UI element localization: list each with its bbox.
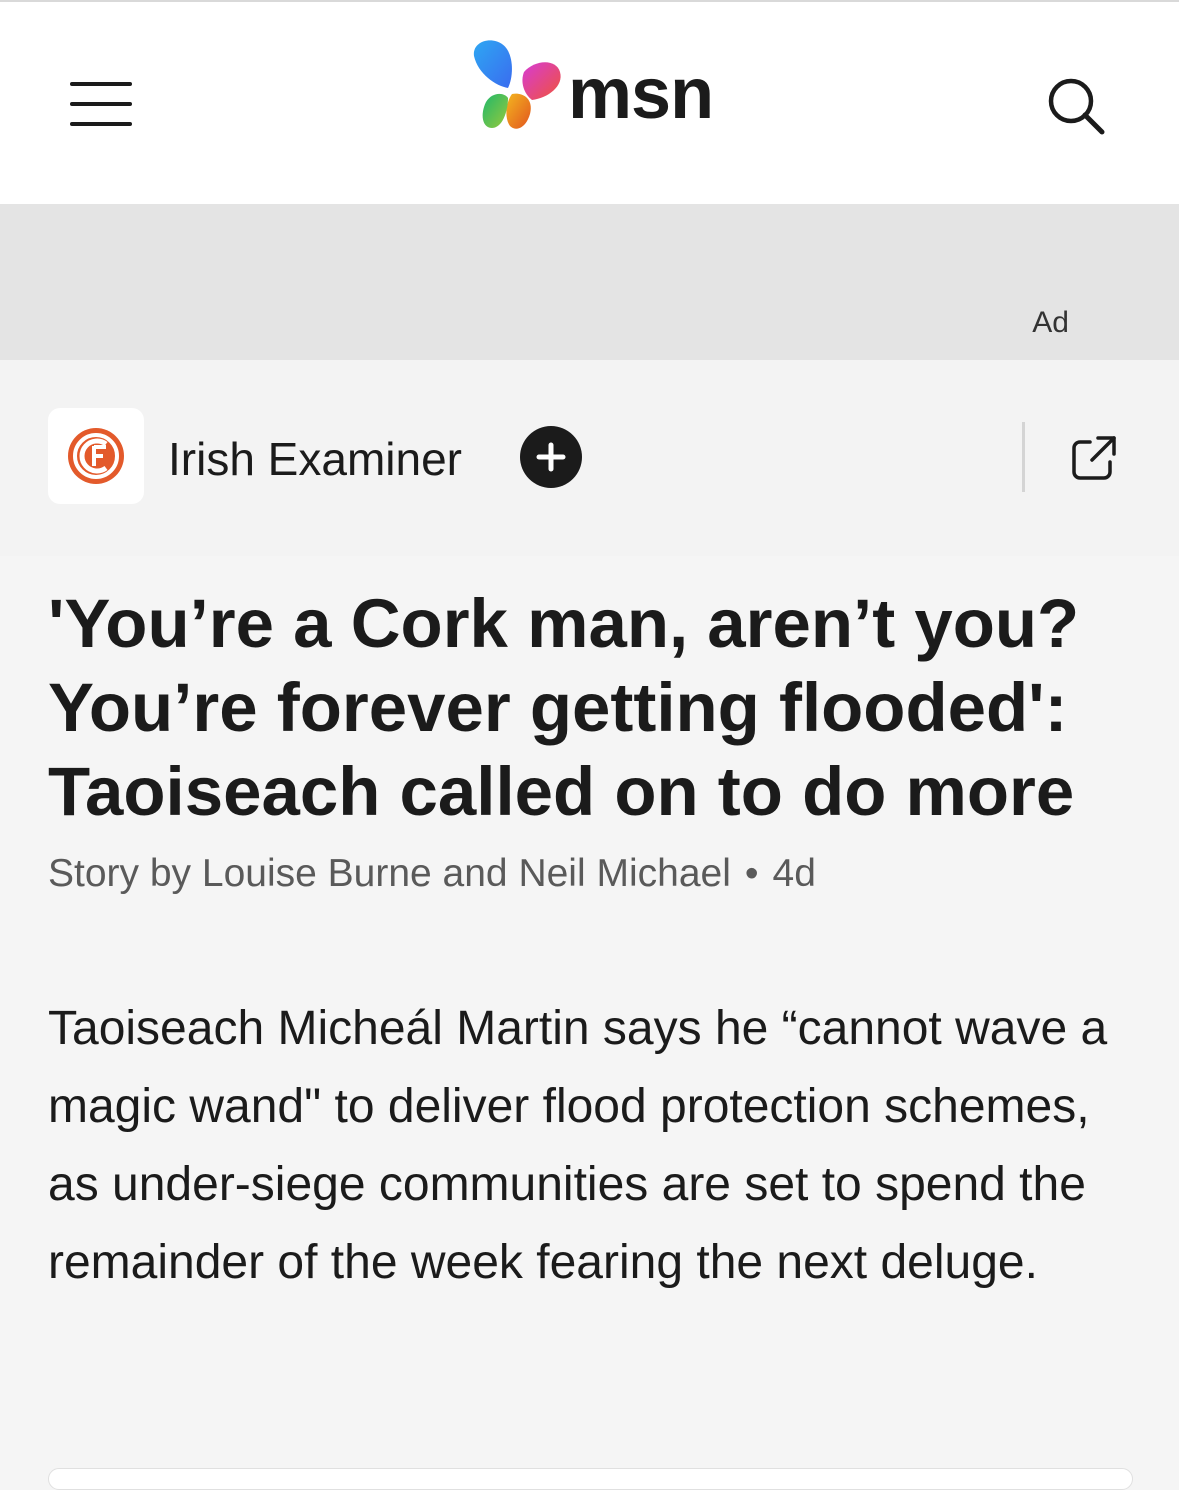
brand-name: msn bbox=[568, 54, 714, 134]
irish-examiner-logo[interactable] bbox=[48, 408, 144, 504]
article-body: Taoiseach Micheál Martin says he “cannot… bbox=[48, 1002, 1108, 1289]
ad-label: Ad bbox=[1032, 306, 1069, 339]
ad-banner[interactable]: Ad bbox=[0, 204, 1179, 360]
follow-plus-icon[interactable] bbox=[520, 426, 582, 488]
source-bar: Irish Examiner bbox=[0, 360, 1179, 556]
msn-butterfly-icon bbox=[473, 40, 561, 129]
article-byline: Story by Louise Burne and Neil Michael • 4… bbox=[48, 852, 1148, 896]
byline-authors: Story by Louise Burne and Neil Michael bbox=[48, 852, 731, 895]
external-link-icon[interactable] bbox=[1070, 434, 1118, 482]
vertical-divider bbox=[1022, 422, 1025, 492]
header-bar: msn bbox=[0, 2, 1179, 204]
search-icon[interactable] bbox=[1044, 74, 1108, 138]
article-age: 4d bbox=[772, 852, 816, 895]
byline-separator: • bbox=[744, 852, 759, 895]
source-name[interactable]: Irish Examiner bbox=[168, 432, 462, 486]
article-headline: 'You’re a Cork man, aren’t you? You’re f… bbox=[48, 585, 1080, 830]
next-content-card bbox=[48, 1468, 1133, 1490]
hamburger-menu-icon[interactable] bbox=[70, 80, 132, 128]
msn-logo[interactable]: msn bbox=[468, 36, 718, 136]
